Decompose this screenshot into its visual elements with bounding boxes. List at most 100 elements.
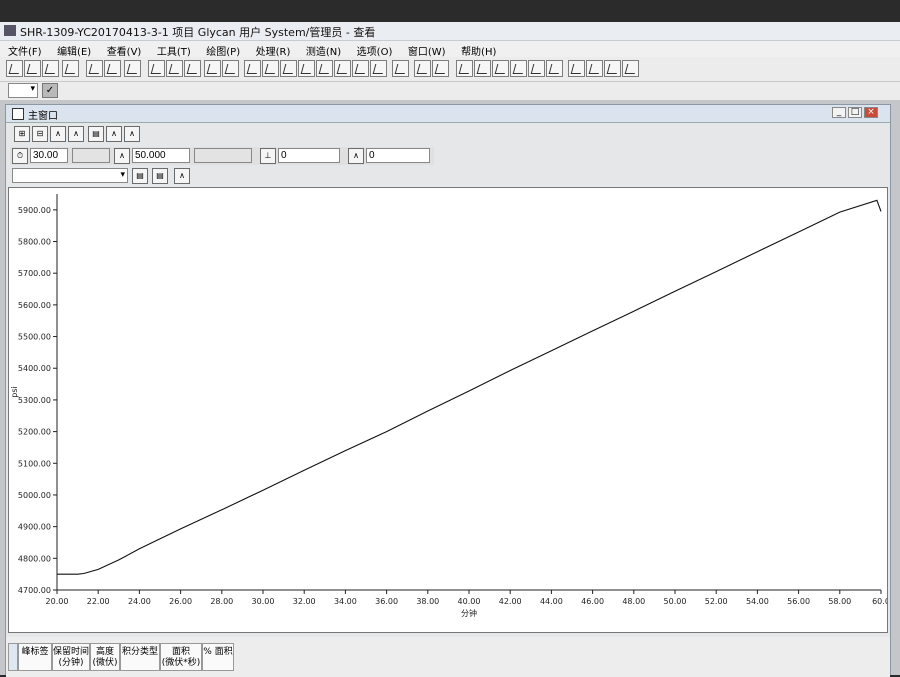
toolbar-tool-icon[interactable] [42,60,59,77]
zoom-out-icon[interactable]: ⊟ [32,126,48,142]
y-axis-label: psi [10,386,19,397]
table-header[interactable]: 积分类型 [120,643,160,671]
menu-plot[interactable]: 绘图(P) [200,42,246,58]
redo-icon[interactable] [222,60,239,77]
offset-icon: ∧ [348,148,364,164]
y-tick-label: 5700.00 [18,269,51,278]
toolbar-tool-icon[interactable] [334,60,351,77]
app-title: SHR-1309-YC20170413-3-1 项目 Glycan 用户 Sys… [20,26,376,39]
table-header[interactable]: 峰标签 [18,643,52,671]
y-tick-label: 4700.00 [18,586,51,595]
table-header[interactable]: 保留时间 (分钟) [52,643,90,671]
peak-icon[interactable]: ∧ [124,126,140,142]
toolbar-tool-icon[interactable] [456,60,473,77]
selector-row: ▾ ✓ [0,82,900,100]
range-row: ⏱ ∧ ⊥ ∧ [10,147,434,165]
toolbar-tool-icon[interactable] [414,60,431,77]
maximize-icon[interactable]: □ [848,107,862,118]
time-start-field[interactable] [30,148,68,163]
toolbar-tool-icon[interactable] [568,60,585,77]
menu-window[interactable]: 窗口(W) [402,42,452,58]
pressure-chart[interactable]: 4700.00 4800.00 4900.00 5000.00 5100.00 5200.… [9,188,890,632]
toolbar-tool-icon[interactable] [316,60,333,77]
menu-options[interactable]: 选项(O) [351,42,399,58]
toolbar-tool-icon[interactable] [86,60,103,77]
x-axis-label: 分钟 [461,608,477,618]
table-header[interactable]: % 面积 [202,643,234,671]
toolbar-tool-icon[interactable] [474,60,491,77]
toolbar-tool-icon[interactable] [528,60,545,77]
results-table: 峰标签 保留时间 (分钟) 高度 (微伏) 积分类型 面积 (微伏*秒) % 面… [6,637,890,677]
threshold-icon: ⊥ [260,148,276,164]
toolbar-tool-icon[interactable] [370,60,387,77]
child-title: 主窗口 [28,111,58,122]
close-icon[interactable]: × [864,107,878,118]
method-select[interactable]: ▾ [12,168,128,183]
minimize-icon[interactable]: _ [832,107,846,118]
select-row: ▾ ▤ ▤ ∧ [10,167,222,185]
x-tick-label: 56.00 [787,597,810,606]
toolbar-tool-icon[interactable] [184,60,201,77]
menu-help[interactable]: 帮助(H) [455,42,502,58]
toolbar-tool-icon[interactable] [510,60,527,77]
toolbar-tool-icon[interactable] [622,60,639,77]
toolbar-tool-icon[interactable] [104,60,121,77]
peak-icon[interactable]: ∧ [50,126,66,142]
menu-view[interactable]: 查看(V) [101,42,148,58]
toolbar-tool-icon[interactable] [244,60,261,77]
y-tick-label: 4800.00 [18,554,51,563]
menu-edit[interactable]: 编辑(E) [51,42,97,58]
chart-icon[interactable]: ∧ [174,168,190,184]
peak-icon[interactable]: ∧ [106,126,122,142]
y-tick-label: 5300.00 [18,396,51,405]
time-end-field[interactable] [132,148,190,163]
chart-window-icon [12,108,24,120]
time-end-extra [194,148,252,163]
zoom-in-icon[interactable]: ⊞ [14,126,30,142]
view-select[interactable]: ▾ [8,83,38,98]
toolbar-tool-icon[interactable] [352,60,369,77]
toolbar-tool-icon[interactable] [586,60,603,77]
baseline-icon[interactable]: ▤ [88,126,104,142]
y-tick-label: 5800.00 [18,238,51,247]
apply-check-icon[interactable]: ✓ [42,83,58,98]
table-header[interactable]: 面积 (微伏*秒) [160,643,202,671]
toolbar-tool-icon[interactable] [124,60,141,77]
table-header[interactable]: 高度 (微伏) [90,643,120,671]
offset-field[interactable] [366,148,430,163]
menu-tools[interactable]: 工具(T) [151,42,197,58]
x-tick-label: 26.00 [169,597,192,606]
table-icon[interactable]: ▤ [152,168,168,184]
threshold-field[interactable] [278,148,340,163]
toolbar-tool-icon[interactable] [166,60,183,77]
toolbar-tool-icon[interactable] [392,60,409,77]
app-icon [4,25,16,36]
menu-process[interactable]: 处理(R) [250,42,297,58]
time-end-icon: ∧ [114,148,130,164]
toolbar-tool-icon[interactable] [262,60,279,77]
toolbar-tool-icon[interactable] [492,60,509,77]
menu-measure[interactable]: 测造(N) [300,42,347,58]
x-tick-label: 60.0 [872,597,887,606]
x-tick-label: 30.00 [252,597,275,606]
y-tick-label: 5400.00 [18,364,51,373]
toolbar-tool-icon[interactable] [298,60,315,77]
child-title-bar: 主窗口 _ □ × [6,105,890,123]
table-icon[interactable]: ▤ [132,168,148,184]
x-tick-label: 46.00 [581,597,604,606]
toolbar-tool-icon[interactable] [148,60,165,77]
toolbar-tool-icon[interactable] [280,60,297,77]
y-tick-label: 5500.00 [18,333,51,342]
toolbar-tool-icon[interactable] [432,60,449,77]
main-toolbar [0,57,900,82]
toolbar-tool-icon[interactable] [62,60,79,77]
app-title-bar: SHR-1309-YC20170413-3-1 项目 Glycan 用户 Sys… [0,22,900,41]
toolbar-tool-icon[interactable] [6,60,23,77]
peak-icon[interactable]: ∧ [68,126,84,142]
toolbar-tool-icon[interactable] [604,60,621,77]
toolbar-tool-icon[interactable] [24,60,41,77]
undo-icon[interactable] [204,60,221,77]
toolbar-tool-icon[interactable] [546,60,563,77]
menu-file[interactable]: 文件(F) [2,42,48,58]
row-selector-icon [8,643,18,671]
